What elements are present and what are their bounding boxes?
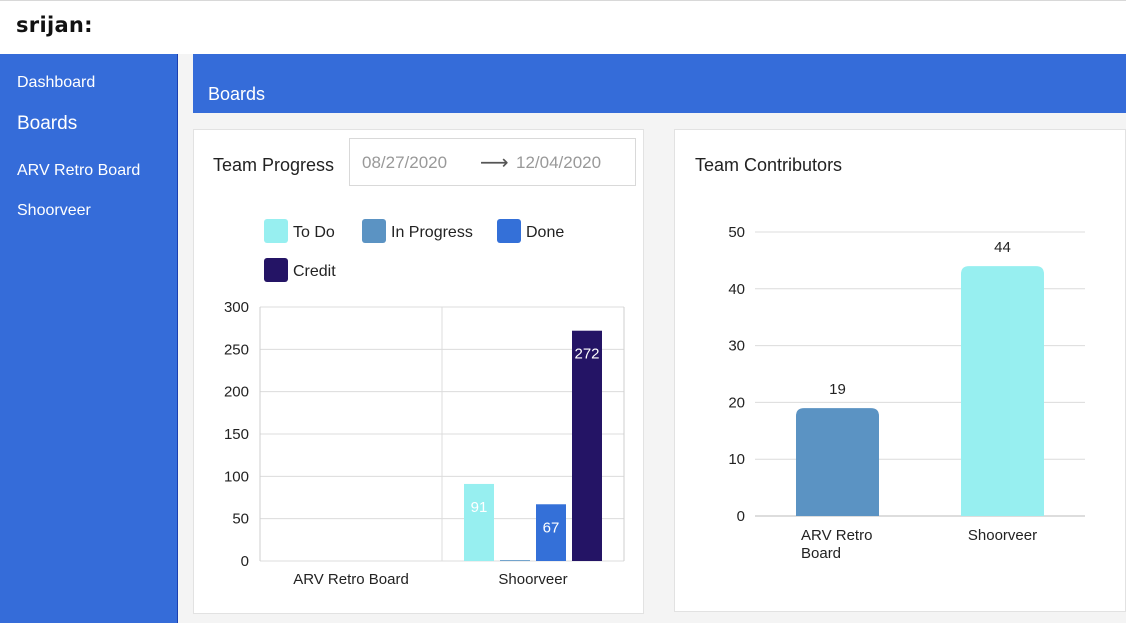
sidebar: Dashboard Boards ARV Retro Board Shoorve… (0, 54, 178, 623)
legend-label-to-do: To Do (293, 224, 335, 241)
y-tick-100: 100 (224, 468, 249, 485)
legend-label-done: Done (526, 224, 564, 241)
data-label-shoorveer: 44 (994, 239, 1011, 256)
bar-shoorveer-credit (572, 330, 602, 561)
y-tick-50: 50 (232, 511, 249, 528)
data-label-shoorveer-credit: 272 (574, 346, 599, 363)
y-tick-10: 10 (728, 451, 745, 468)
x-tick-arv-retro-board: ARV Retro Board (293, 571, 409, 588)
legend-label-credit: Credit (293, 263, 336, 280)
team-progress-card: Team Progress 08/27/2020 ⟶ 12/04/2020 To… (193, 129, 644, 614)
y-tick-150: 150 (224, 426, 249, 443)
y-tick-30: 30 (728, 338, 745, 355)
data-label-arv-retro-board: 19 (829, 381, 846, 398)
x-tick-shoorveer: Shoorveer (498, 571, 567, 588)
bar-arv-retro-board (796, 408, 879, 516)
srijan-logo[interactable]: srijan: (16, 13, 93, 37)
data-label-shoorveer-done: 67 (543, 519, 560, 536)
team-contributors-chart: 0 10 20 30 40 50 19 ARV Retro Board 44 Shoorveer (728, 224, 1085, 562)
legend-swatch-to-do (264, 219, 288, 243)
bar-shoorveer (961, 266, 1044, 516)
y-tick-300: 300 (224, 299, 249, 316)
y-tick-20: 20 (728, 394, 745, 411)
y-tick-200: 200 (224, 384, 249, 401)
legend-swatch-in-progress (362, 219, 386, 243)
y-tick-50: 50 (728, 224, 745, 241)
y-tick-0: 0 (241, 553, 249, 570)
y-tick-250: 250 (224, 341, 249, 358)
x-tick-shoorveer: Shoorveer (968, 527, 1037, 544)
legend-label-in-progress: In Progress (391, 224, 473, 241)
page-header-banner: Boards (193, 54, 1126, 113)
legend-swatch-done (497, 219, 521, 243)
team-progress-chart: To Do In Progress Done Credit 0 50 100 150 200 25… (224, 219, 625, 588)
data-label-shoorveer-to-do: 91 (471, 499, 488, 516)
page-title: Boards (208, 84, 266, 104)
bar-shoorveer-to-do (464, 483, 494, 561)
sidebar-item-dashboard[interactable]: Dashboard (17, 74, 95, 92)
top-bar: srijan: (0, 0, 1126, 54)
y-tick-0: 0 (737, 508, 745, 525)
x-tick-arv-retro-board: ARV Retro Board (801, 527, 872, 562)
sidebar-item-boards[interactable]: Boards (17, 113, 77, 135)
bar-shoorveer-in-progress (500, 560, 530, 561)
team-contributors-card: Team Contributors 0 10 20 30 40 50 19 ARV Retro… (674, 129, 1126, 612)
sidebar-item-arv-retro-board[interactable]: ARV Retro Board (17, 162, 140, 180)
y-tick-40: 40 (728, 281, 745, 298)
legend-swatch-credit (264, 258, 288, 282)
sidebar-item-shoorveer[interactable]: Shoorveer (17, 202, 91, 220)
